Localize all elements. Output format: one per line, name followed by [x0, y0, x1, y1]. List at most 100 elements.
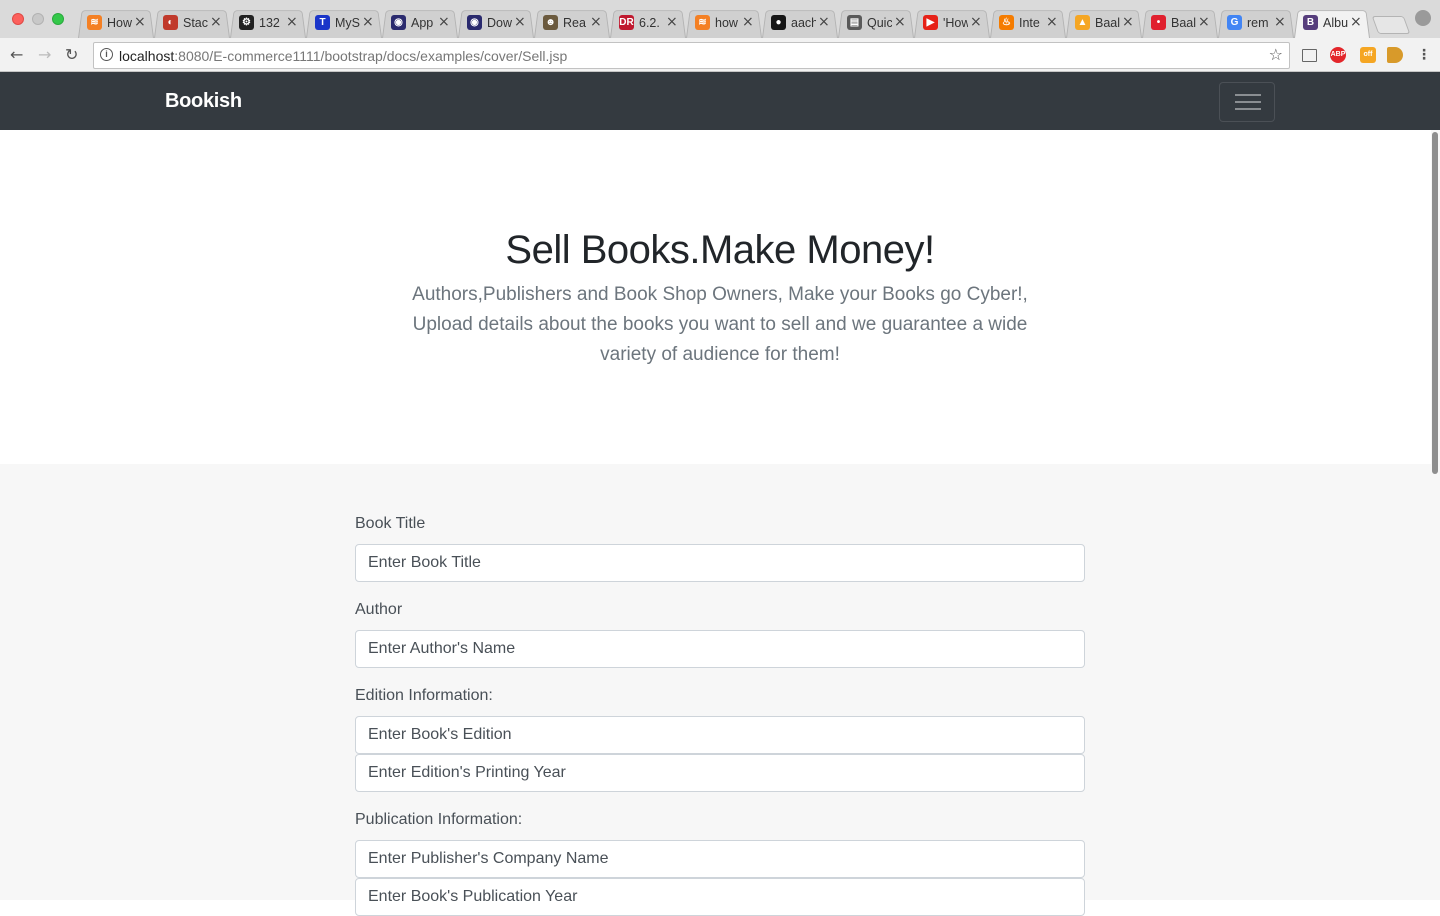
- page-scrollbar[interactable]: [1431, 130, 1440, 900]
- tab-close-icon[interactable]: ×: [210, 14, 222, 30]
- browser-tab[interactable]: DR 6.2. ×: [610, 7, 686, 39]
- url-host: localhost: [119, 48, 175, 64]
- stackexchange-icon: ◐: [163, 15, 178, 30]
- window-minimize-button[interactable]: [32, 13, 44, 25]
- tab-close-icon[interactable]: ×: [1350, 14, 1362, 30]
- tab-title: MySQL: [335, 16, 360, 30]
- printing-year-input[interactable]: [355, 754, 1085, 792]
- tab-title: Inte: [1019, 16, 1040, 30]
- browser-menu-icon[interactable]: ⋮: [1416, 47, 1432, 63]
- author-label: Author: [355, 601, 403, 618]
- author-input[interactable]: [355, 630, 1085, 668]
- site-info-icon[interactable]: i: [100, 48, 113, 61]
- cast-icon[interactable]: [1302, 49, 1317, 62]
- brand-logo[interactable]: Bookish: [165, 88, 242, 114]
- tab-close-icon[interactable]: ×: [134, 14, 146, 30]
- browser-tab[interactable]: B Albu ×: [1294, 7, 1370, 39]
- profile-icon[interactable]: [1415, 10, 1431, 26]
- browser-tab[interactable]: ▶ 'How ×: [914, 7, 990, 39]
- baeldung-icon: ▲: [1075, 15, 1090, 30]
- tab-close-icon[interactable]: ×: [1046, 14, 1058, 30]
- browser-tab[interactable]: ◐ Stack×: [154, 7, 230, 39]
- tab-title: Baal: [1171, 16, 1196, 30]
- edition-input[interactable]: [355, 716, 1085, 754]
- book-title-input[interactable]: [355, 544, 1085, 582]
- tab-title: Dow: [487, 16, 512, 30]
- back-arrow-icon[interactable]: ←: [10, 46, 23, 64]
- dots-icon: •: [1151, 15, 1166, 30]
- tab-close-icon[interactable]: ×: [666, 14, 678, 30]
- hamburger-line: [1235, 94, 1261, 96]
- tab-title: how: [715, 16, 738, 30]
- eye-icon: ◉: [391, 15, 406, 30]
- adblock-icon[interactable]: ABP: [1330, 47, 1346, 63]
- bookmark-star-icon[interactable]: ☆: [1269, 45, 1283, 65]
- browser-tab[interactable]: • Baal ×: [1142, 7, 1218, 39]
- t-icon: T: [315, 15, 330, 30]
- tab-close-icon[interactable]: ×: [1122, 14, 1134, 30]
- window-close-button[interactable]: [12, 13, 24, 25]
- browser-tab[interactable]: ◉ App ×: [382, 7, 458, 39]
- browser-tab[interactable]: ⚙ 132 ×: [230, 7, 306, 39]
- hero-lead: Authors,Publishers and Book Shop Owners,…: [412, 284, 1028, 365]
- github-icon: ●: [771, 15, 786, 30]
- tab-close-icon[interactable]: ×: [894, 14, 906, 30]
- tab-close-icon[interactable]: ×: [362, 14, 374, 30]
- tab-close-icon[interactable]: ×: [590, 14, 602, 30]
- publication-label: Publication Information:: [355, 811, 523, 828]
- scrollbar-thumb[interactable]: [1432, 132, 1438, 474]
- address-bar[interactable]: i localhost:8080/E-commerce1111/bootstra…: [93, 42, 1290, 69]
- tab-title: Baal: [1095, 16, 1120, 30]
- browser-tab[interactable]: ◉ Dow ×: [458, 7, 534, 39]
- dr-icon: DR: [619, 15, 634, 30]
- browser-tab[interactable]: ♨ Inte ×: [990, 7, 1066, 39]
- browser-tab[interactable]: T MySQL×: [306, 7, 382, 39]
- tab-title: App: [411, 16, 434, 30]
- tab-title: aach: [791, 16, 816, 30]
- browser-tab[interactable]: Grem ×: [1218, 7, 1294, 39]
- browser-tab[interactable]: ▤ Quic ×: [838, 7, 914, 39]
- tab-close-icon[interactable]: ×: [514, 14, 526, 30]
- tab-title: Rea: [563, 16, 586, 30]
- hamburger-line: [1235, 108, 1261, 110]
- tab-title: 132: [259, 16, 280, 30]
- navbar-toggler-button[interactable]: [1219, 82, 1275, 122]
- tab-close-icon[interactable]: ×: [742, 14, 754, 30]
- browser-tab[interactable]: ● aach ×: [762, 7, 838, 39]
- tab-title: Quic: [867, 16, 892, 30]
- reload-icon[interactable]: ↻: [65, 46, 78, 64]
- new-tab-button[interactable]: [1371, 16, 1411, 34]
- browser-tab-strip: ≋How to×◐Stack×⚙132×TMySQL×◉App×◉Dow×☻Re…: [0, 0, 1440, 39]
- forward-arrow-icon[interactable]: →: [38, 46, 51, 64]
- tab-close-icon[interactable]: ×: [1198, 14, 1210, 30]
- tab-title: Stack: [183, 16, 208, 30]
- sell-book-form: Book Title Author Edition Information: P…: [0, 464, 1440, 916]
- navbar: Bookish: [0, 72, 1440, 130]
- publication-year-input[interactable]: [355, 878, 1085, 916]
- tab-title: rem: [1247, 16, 1269, 30]
- eye-icon: ◉: [467, 15, 482, 30]
- window-maximize-button[interactable]: [52, 13, 64, 25]
- extension-puzzle-icon[interactable]: [1387, 47, 1403, 63]
- book-title-label: Book Title: [355, 515, 426, 532]
- hero-section: Sell Books.Make Money! Authors,Publisher…: [0, 130, 1440, 464]
- tab-close-icon[interactable]: ×: [286, 14, 298, 30]
- browser-tab[interactable]: ☻ Rea ×: [534, 7, 610, 39]
- tab-close-icon[interactable]: ×: [818, 14, 830, 30]
- publisher-input[interactable]: [355, 840, 1085, 878]
- bootstrap-icon: B: [1303, 15, 1318, 30]
- tab-title: Albu: [1323, 16, 1348, 30]
- flame-icon: ♨: [999, 15, 1014, 30]
- document-icon: ▤: [847, 15, 862, 30]
- url-path: :8080/E-commerce1111/bootstrap/docs/exam…: [174, 48, 568, 64]
- tab-close-icon[interactable]: ×: [1274, 14, 1286, 30]
- url-text[interactable]: localhost:8080/E-commerce1111/bootstrap/…: [119, 47, 567, 65]
- tab-close-icon[interactable]: ×: [970, 14, 982, 30]
- honey-extension-icon[interactable]: off: [1360, 47, 1376, 63]
- browser-tab[interactable]: ▲ Baal ×: [1066, 7, 1142, 39]
- browser-tab[interactable]: ≋ How to×: [78, 7, 154, 39]
- browser-tab[interactable]: ≋ how ×: [686, 7, 762, 39]
- tab-title: 6.2.: [639, 16, 660, 30]
- tab-close-icon[interactable]: ×: [438, 14, 450, 30]
- stackoverflow-icon: ≋: [87, 15, 102, 30]
